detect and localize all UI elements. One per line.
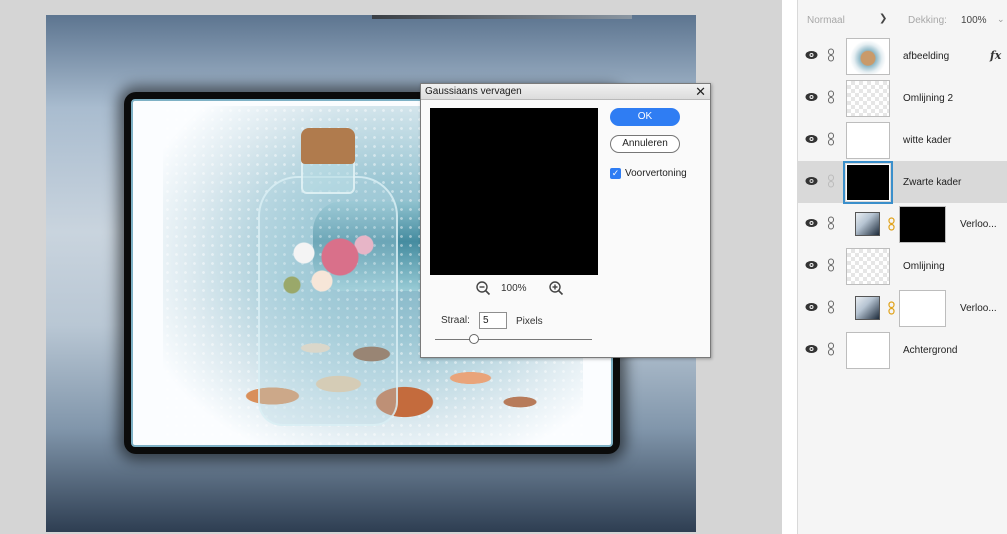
layer-row[interactable]: afbeelding fx — [798, 35, 1007, 77]
layer-name[interactable]: witte kader — [903, 135, 951, 146]
eye-icon[interactable] — [805, 344, 818, 354]
zoom-level: 100% — [501, 283, 527, 294]
close-icon[interactable]: ✕ — [695, 84, 706, 99]
panel-gutter — [782, 0, 797, 534]
gaussian-blur-dialog: Gaussiaans vervagen ✕ 100% Straal: Pixel… — [420, 83, 711, 358]
blend-mode-dropdown[interactable]: Normaal — [807, 15, 845, 26]
mask-link-icon[interactable] — [888, 217, 895, 231]
layer-name[interactable]: Omlijning — [903, 261, 945, 272]
opacity-label: Dekking: — [908, 15, 947, 26]
radius-label: Straal: — [441, 315, 470, 326]
layer-thumbnail[interactable] — [846, 248, 890, 285]
eye-icon[interactable] — [805, 218, 818, 228]
eye-icon[interactable] — [805, 92, 818, 102]
gradient-fill-icon[interactable] — [855, 212, 880, 236]
layer-name[interactable]: Verloo... — [960, 219, 997, 230]
link-icon[interactable] — [827, 90, 835, 104]
layer-row[interactable]: Omlijning 2 — [798, 77, 1007, 119]
layers-panel: Normaal ❯ Dekking: 100% ⌄ afbeelding fx … — [797, 0, 1007, 534]
chevron-down-icon[interactable]: ⌄ — [997, 14, 1005, 25]
eye-icon[interactable] — [805, 302, 818, 312]
dialog-title: Gaussiaans vervagen — [425, 86, 522, 97]
layer-thumbnail[interactable] — [846, 80, 890, 117]
link-icon[interactable] — [827, 216, 835, 230]
link-icon[interactable] — [827, 48, 835, 62]
link-icon[interactable] — [827, 258, 835, 272]
layer-row[interactable]: Verloo... — [798, 203, 1007, 245]
layer-mask-thumbnail[interactable] — [899, 206, 946, 243]
link-icon[interactable] — [827, 300, 835, 314]
layer-row[interactable]: Omlijning — [798, 245, 1007, 287]
layer-row[interactable]: witte kader — [798, 119, 1007, 161]
radius-slider-thumb[interactable] — [469, 334, 480, 344]
bottle-cork — [301, 128, 355, 164]
layer-row[interactable]: Verloo... — [798, 287, 1007, 329]
link-icon[interactable] — [827, 132, 835, 146]
opacity-value[interactable]: 100% — [961, 15, 987, 26]
gradient-fill-icon[interactable] — [855, 296, 880, 320]
layer-name[interactable]: Omlijning 2 — [903, 93, 953, 104]
layer-name[interactable]: Zwarte kader — [903, 177, 961, 188]
layer-name[interactable]: Verloo... — [960, 303, 997, 314]
document-workspace[interactable]: Gaussiaans vervagen ✕ 100% Straal: Pixel… — [0, 0, 797, 534]
fx-icon[interactable]: fx — [990, 49, 1001, 62]
layer-mask-thumbnail[interactable] — [899, 290, 946, 327]
glass-bottle — [258, 176, 398, 426]
layer-row-selected[interactable]: Zwarte kader — [798, 161, 1007, 204]
chevron-down-icon[interactable]: ❯ — [879, 13, 887, 24]
cancel-button[interactable]: Annuleren — [610, 135, 680, 153]
preview-checkbox-label[interactable]: Voorvertoning — [625, 168, 687, 179]
zoom-out-icon[interactable] — [475, 280, 491, 296]
layers-panel-header: Normaal ❯ Dekking: 100% ⌄ — [798, 0, 1007, 34]
eye-icon[interactable] — [805, 50, 818, 60]
layer-row[interactable]: Achtergrond — [798, 329, 1007, 371]
radius-unit-label: Pixels — [516, 316, 543, 327]
ok-button[interactable]: OK — [610, 108, 680, 126]
link-icon[interactable] — [827, 174, 835, 188]
canvas-top-strip — [372, 15, 632, 19]
layer-thumbnail[interactable] — [846, 122, 890, 159]
radius-input[interactable] — [479, 312, 507, 329]
flowers-in-bottle — [268, 221, 388, 301]
layer-thumbnail[interactable] — [846, 38, 890, 75]
mask-link-icon[interactable] — [888, 301, 895, 315]
radius-slider-track[interactable] — [435, 339, 592, 340]
eye-icon[interactable] — [805, 176, 818, 186]
layer-name[interactable]: afbeelding — [903, 51, 949, 62]
zoom-in-icon[interactable] — [548, 280, 564, 296]
dialog-titlebar[interactable]: Gaussiaans vervagen ✕ — [421, 84, 710, 100]
layer-thumbnail[interactable] — [846, 332, 890, 369]
link-icon[interactable] — [827, 342, 835, 356]
preview-checkbox[interactable]: ✓ — [610, 168, 621, 179]
blur-preview[interactable] — [430, 108, 598, 275]
eye-icon[interactable] — [805, 134, 818, 144]
eye-icon[interactable] — [805, 260, 818, 270]
layer-thumbnail[interactable] — [843, 161, 893, 204]
layer-name[interactable]: Achtergrond — [903, 345, 957, 356]
